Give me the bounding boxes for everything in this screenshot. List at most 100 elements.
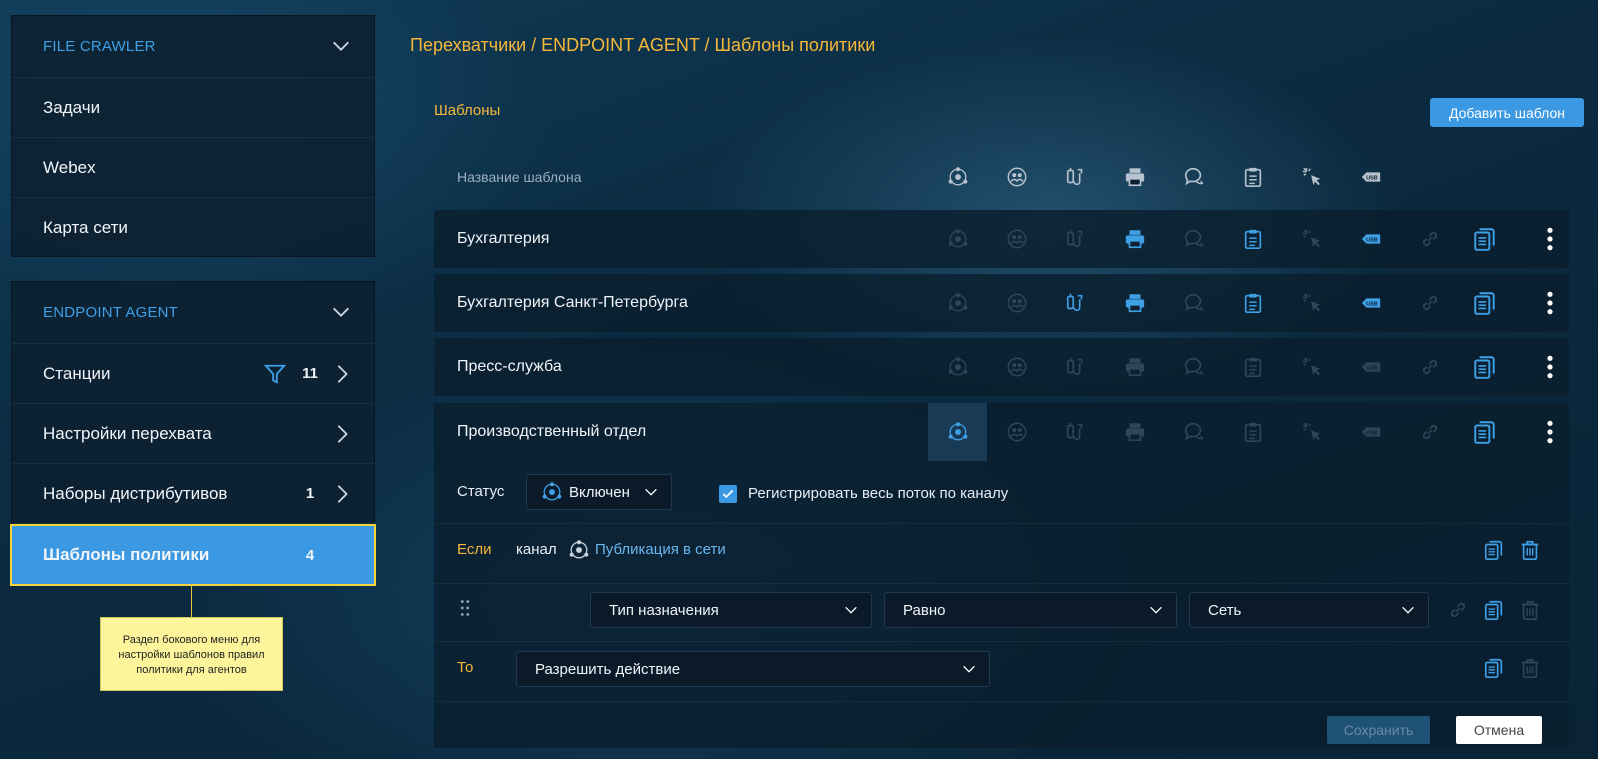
channel-value-link[interactable]: Публикация в сети (595, 541, 726, 558)
network-publish-icon[interactable] (928, 286, 987, 320)
screenshot-icon[interactable] (1282, 415, 1341, 449)
save-button[interactable]: Сохранить (1327, 716, 1430, 744)
im-icon[interactable] (987, 350, 1046, 384)
chevron-down-icon (643, 484, 659, 500)
sidebar-item-intercept-settings[interactable]: Настройки перехвата (12, 404, 374, 464)
im-icon[interactable] (987, 286, 1046, 320)
template-name: Бухгалтерия (457, 230, 550, 247)
sidebar-item-label: Настройки перехвата (43, 423, 212, 443)
network-publish-icon (928, 160, 987, 194)
clipboard-icon[interactable] (1223, 286, 1282, 320)
trash-icon[interactable] (1519, 539, 1541, 561)
condition-value-dropdown[interactable]: Сеть (1189, 592, 1429, 628)
printer-icon[interactable] (1105, 415, 1164, 449)
copy-icon[interactable] (1483, 539, 1505, 561)
clipboard-icon[interactable] (1223, 350, 1282, 384)
screenshot-icon[interactable] (1282, 350, 1341, 384)
chevron-right-icon[interactable] (330, 423, 354, 445)
clipboard-icon[interactable] (1223, 222, 1282, 256)
sidebar-item-network-map[interactable]: Карта сети (12, 198, 374, 258)
link-icon[interactable] (1400, 222, 1459, 256)
usb-icon[interactable] (1341, 286, 1400, 320)
more-menu-icon[interactable] (1537, 419, 1563, 445)
printer-icon[interactable] (1105, 222, 1164, 256)
sidebar-item-policy-templates[interactable]: Шаблоны политики 4 (10, 524, 376, 586)
table-row[interactable]: Бухгалтерия (434, 210, 1569, 268)
sidebar-item-label: Webex (43, 157, 96, 177)
endpoint-agent-panel: ENDPOINT AGENT Станции 11 Настройки пере… (10, 281, 376, 586)
chat-icon[interactable] (1164, 415, 1223, 449)
copy-icon[interactable] (1472, 354, 1498, 380)
chevron-right-icon[interactable] (330, 483, 354, 505)
table-row[interactable]: Производственный отдел (434, 403, 1569, 461)
chevron-down-icon[interactable] (330, 35, 354, 59)
condition-field-dropdown[interactable]: Тип назначения (590, 592, 872, 628)
more-menu-icon[interactable] (1537, 354, 1563, 380)
checkbox-label: Регистрировать весь поток по каналу (748, 485, 1009, 502)
count-badge: 4 (305, 546, 315, 564)
copy-icon[interactable] (1472, 419, 1498, 445)
printer-icon[interactable] (1105, 350, 1164, 384)
action-dropdown[interactable]: Разрешить действие (516, 651, 990, 687)
trash-icon[interactable] (1519, 599, 1541, 621)
link-icon[interactable] (1400, 286, 1459, 320)
chat-icon[interactable] (1164, 350, 1223, 384)
cancel-button[interactable]: Отмена (1456, 716, 1542, 744)
table-row[interactable]: Бухгалтерия Санкт-Петербурга (434, 274, 1569, 332)
chat-icon[interactable] (1164, 286, 1223, 320)
usb-icon (1341, 160, 1400, 194)
more-menu-icon[interactable] (1537, 226, 1563, 252)
copy-icon[interactable] (1483, 657, 1505, 679)
copy-icon[interactable] (1472, 290, 1498, 316)
link-icon[interactable] (1400, 350, 1459, 384)
link-icon[interactable] (1400, 415, 1459, 449)
screenshot-icon[interactable] (1282, 286, 1341, 320)
channel-label: канал (516, 541, 557, 558)
im-icon[interactable] (987, 222, 1046, 256)
removable-device-icon[interactable] (1046, 286, 1105, 320)
drag-handle-icon[interactable] (454, 597, 476, 619)
status-dropdown[interactable]: Включен (526, 474, 672, 510)
sidebar-item-webex[interactable]: Webex (12, 138, 374, 198)
im-icon[interactable] (987, 415, 1046, 449)
condition-value: Сеть (1208, 601, 1242, 619)
network-publish-icon[interactable] (928, 350, 987, 384)
usb-icon[interactable] (1341, 415, 1400, 449)
table-header: Название шаблона (434, 160, 1569, 194)
usb-icon[interactable] (1341, 350, 1400, 384)
removable-device-icon[interactable] (1046, 350, 1105, 384)
printer-icon[interactable] (1105, 286, 1164, 320)
sidebar-item-stations[interactable]: Станции 11 (12, 344, 374, 404)
add-template-button[interactable]: Добавить шаблон (1430, 98, 1584, 127)
condition-operator-dropdown[interactable]: Равно (884, 592, 1177, 628)
template-name: Пресс-служба (457, 358, 562, 375)
chevron-down-icon (843, 602, 859, 618)
sidebar-item-distribution-sets[interactable]: Наборы дистрибутивов 1 (12, 464, 374, 524)
more-menu-icon[interactable] (1537, 290, 1563, 316)
removable-device-icon[interactable] (1046, 222, 1105, 256)
clipboard-icon[interactable] (1223, 415, 1282, 449)
chevron-down-icon (1400, 602, 1416, 618)
filter-icon[interactable] (264, 363, 286, 385)
file-crawler-header[interactable]: FILE CRAWLER (12, 16, 374, 78)
table-row[interactable]: Пресс-служба (434, 338, 1569, 396)
sidebar-item-label: Карта сети (43, 218, 128, 237)
removable-device-icon[interactable] (1046, 415, 1105, 449)
register-stream-checkbox[interactable] (719, 485, 737, 503)
copy-icon[interactable] (1472, 226, 1498, 252)
endpoint-agent-header[interactable]: ENDPOINT AGENT (12, 282, 374, 344)
trash-icon[interactable] (1519, 657, 1541, 679)
annotation-note: Раздел бокового меню для настройки шабло… (100, 617, 283, 691)
sidebar-item-tasks[interactable]: Задачи (12, 78, 374, 138)
sidebar-item-label: Станции (43, 363, 111, 383)
usb-icon[interactable] (1341, 222, 1400, 256)
copy-icon[interactable] (1483, 599, 1505, 621)
chevron-right-icon[interactable] (330, 363, 354, 385)
screenshot-icon[interactable] (1282, 222, 1341, 256)
chevron-down-icon[interactable] (330, 301, 354, 325)
link-icon[interactable] (1447, 599, 1469, 621)
clipboard-icon (1223, 160, 1282, 194)
chat-icon[interactable] (1164, 222, 1223, 256)
network-publish-icon[interactable] (928, 403, 987, 461)
network-publish-icon[interactable] (928, 222, 987, 256)
